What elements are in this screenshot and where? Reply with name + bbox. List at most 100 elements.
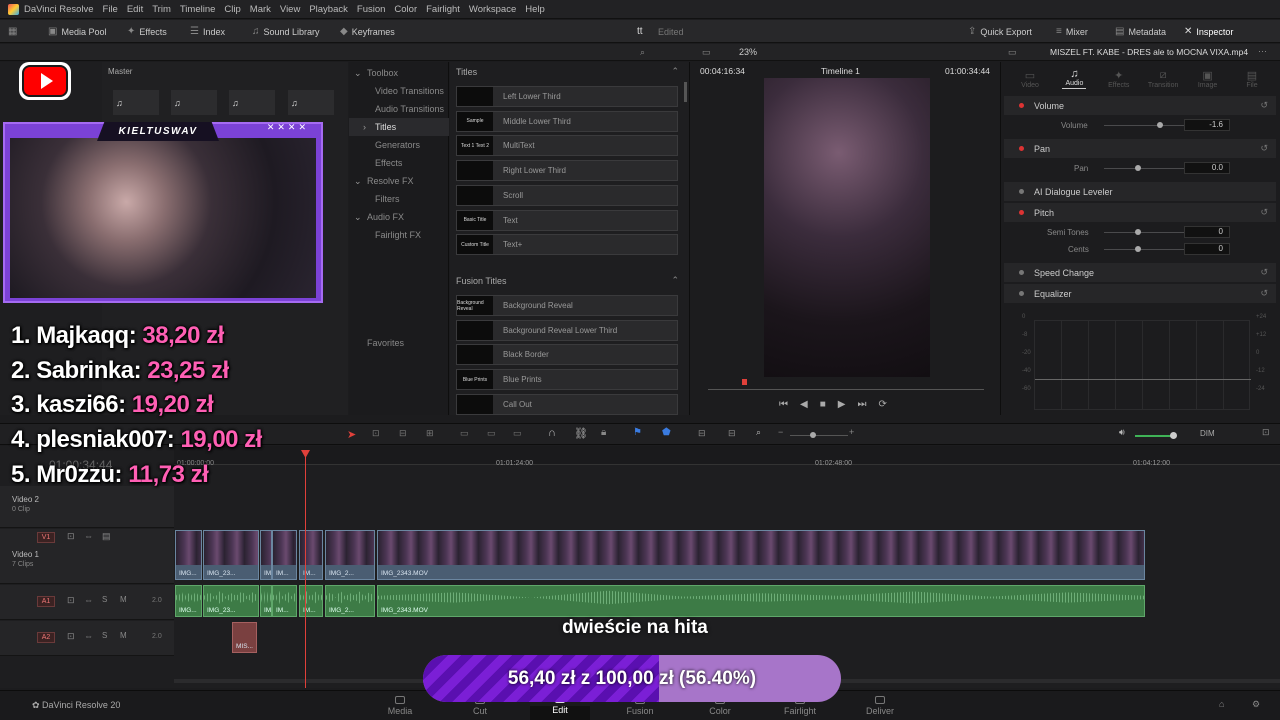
inspector-tab-audio[interactable]: ♫ Audio	[1054, 68, 1094, 89]
inspector-tab-video[interactable]: ▭ Video	[1010, 69, 1050, 89]
time-ruler[interactable]	[174, 446, 1280, 465]
effects-nav-generators[interactable]: Generators	[349, 136, 449, 154]
zoom-custom-icon[interactable]: ⌕	[756, 427, 761, 438]
volume-section[interactable]: Volume ↺	[1004, 96, 1276, 115]
dim-button[interactable]: DIM	[1200, 429, 1215, 438]
page-tab-color[interactable]: Color	[690, 696, 750, 716]
menu-item-help[interactable]: Help	[525, 4, 545, 15]
enable-dot[interactable]	[1019, 103, 1024, 108]
effects-nav-fairlight-fx[interactable]: Fairlight FX	[349, 226, 449, 244]
solo-button[interactable]: S	[102, 595, 107, 604]
effects-nav-effects[interactable]: Effects	[349, 154, 449, 172]
mute-button[interactable]: M	[120, 631, 127, 640]
semitones-slider[interactable]	[1104, 232, 1194, 233]
effects-nav-video-transitions[interactable]: Video Transitions	[349, 82, 449, 100]
bin-name[interactable]: Master	[108, 67, 132, 76]
replace-clip-icon[interactable]: ▭	[513, 428, 522, 439]
video-toggle-icon[interactable]: ▤	[102, 531, 111, 542]
track-header-v2[interactable]: Video 2 0 Clip	[0, 486, 174, 528]
volume-slider[interactable]	[1104, 125, 1194, 126]
media-thumb[interactable]: ♫	[288, 90, 334, 115]
marker-icon[interactable]: ⬟	[662, 427, 671, 438]
menu-item-trim[interactable]: Trim	[152, 4, 171, 15]
page-tab-cut[interactable]: Cut	[450, 696, 510, 716]
media-thumb[interactable]: ♫	[171, 90, 217, 115]
audio-clip[interactable]: IMG_2...	[325, 585, 375, 617]
zoom-out-icon[interactable]: −	[778, 427, 783, 437]
inspector-tab-effects[interactable]: ✦ Effects	[1099, 69, 1139, 89]
menu-item-playback[interactable]: Playback	[309, 4, 348, 15]
page-tab-fairlight[interactable]: Fairlight	[770, 696, 830, 716]
master-volume-knob[interactable]	[1170, 432, 1177, 439]
track-header-v1[interactable]: V1 ⊡ ⇔ ▤ Video 1 7 Clips	[0, 529, 174, 584]
insert-clip-icon[interactable]: ▭	[460, 428, 469, 439]
video-clip[interactable]: IMG...	[175, 530, 202, 580]
more-options-icon[interactable]: ⋯	[1258, 46, 1267, 57]
reset-icon[interactable]: ↺	[1260, 143, 1268, 154]
scrubber-playhead[interactable]	[742, 379, 747, 385]
auto-select-icon[interactable]: ⇔	[84, 631, 93, 641]
effect-item[interactable]: Scroll	[456, 184, 678, 206]
playhead[interactable]	[305, 452, 306, 688]
effect-item[interactable]: Right Lower Third	[456, 160, 678, 182]
page-tab-media[interactable]: Media	[370, 696, 430, 716]
mute-button[interactable]: M	[120, 595, 127, 604]
effect-item[interactable]: Basic Title Text	[456, 209, 678, 231]
collapse-icon[interactable]: ⌃	[671, 66, 679, 77]
track-badge-a1[interactable]: A1	[37, 596, 55, 607]
keyframes-button[interactable]: ◆ Keyframes	[340, 24, 395, 39]
metadata-button[interactable]: ▤ Metadata	[1115, 24, 1166, 39]
effect-item[interactable]: Blue Prints Blue Prints	[456, 369, 678, 391]
dynamic-trim-icon[interactable]: ⊟	[399, 428, 407, 439]
sound-library-button[interactable]: ♫ Sound Library	[252, 24, 320, 39]
enable-dot[interactable]	[1019, 146, 1024, 151]
effect-item[interactable]: Background Reveal Background Reveal	[456, 295, 678, 316]
titles-section-header[interactable]: Titles	[456, 67, 477, 77]
equalizer-graph[interactable]	[1034, 320, 1251, 410]
favorites-header[interactable]: Favorites	[367, 338, 404, 348]
audio-clip-a2[interactable]: MIS...	[232, 622, 257, 653]
menu-item-file[interactable]: File	[103, 4, 118, 15]
go-to-end-icon[interactable]: ⏭	[857, 399, 866, 410]
auto-select-icon[interactable]: ⇔	[84, 531, 93, 541]
inspector-button[interactable]: ✕ Inspector	[1184, 24, 1233, 39]
selection-tool-icon[interactable]: ➤	[347, 428, 356, 441]
cents-knob[interactable]	[1135, 246, 1141, 252]
semitones-knob[interactable]	[1135, 229, 1141, 235]
enable-dot[interactable]	[1019, 210, 1024, 215]
menu-item-fusion[interactable]: Fusion	[357, 4, 386, 15]
overwrite-clip-icon[interactable]: ▭	[487, 428, 496, 439]
equalizer-section[interactable]: Equalizer ↺	[1004, 284, 1276, 303]
inspector-tab-transition[interactable]: ⧄ Transition	[1143, 69, 1183, 89]
zoom-slider[interactable]	[790, 435, 848, 436]
track-badge-v1[interactable]: V1	[37, 532, 55, 543]
media-pool-button[interactable]: ▣ Media Pool	[48, 24, 106, 39]
lock-icon[interactable]: 🔒︎	[601, 427, 606, 438]
effect-item[interactable]: Custom Title Text+	[456, 234, 678, 256]
settings-icon[interactable]: ⚙	[1252, 699, 1260, 710]
track-header-a1[interactable]: A1 ⊡ ⇔ S M 2.0	[0, 585, 174, 620]
cents-slider[interactable]	[1104, 249, 1194, 250]
pan-slider[interactable]	[1104, 168, 1194, 169]
zoom-detail-icon[interactable]: ⊟	[728, 428, 736, 439]
video-clip[interactable]: IM...	[260, 530, 272, 580]
audio-clip[interactable]: IM...	[299, 585, 323, 617]
menu-item-timeline[interactable]: Timeline	[180, 4, 216, 15]
inspector-tab-file[interactable]: ▤ File	[1232, 69, 1272, 89]
video-clip[interactable]: IMG_23...	[203, 530, 259, 580]
blade-tool-icon[interactable]: ⊞	[426, 428, 434, 439]
effect-item[interactable]: Call Out	[456, 393, 678, 415]
pan-knob[interactable]	[1135, 165, 1141, 171]
track-header-a2[interactable]: A2 ⊡ ⇔ S M 2.0	[0, 621, 174, 656]
lock-track-icon[interactable]: ⊡	[67, 531, 75, 542]
fusion-titles-section-header[interactable]: Fusion Titles	[456, 276, 507, 286]
cents-value[interactable]: 0	[1184, 243, 1230, 255]
page-tab-edit[interactable]: Edit	[530, 695, 590, 720]
audio-clip[interactable]: IM...	[260, 585, 272, 617]
stop-icon[interactable]: ■	[820, 399, 826, 410]
solo-button[interactable]: S	[102, 631, 107, 640]
enable-dot[interactable]	[1019, 291, 1024, 296]
menu-item-workspace[interactable]: Workspace	[469, 4, 516, 15]
zoom-fit-icon[interactable]: ⊟	[698, 428, 706, 439]
effects-nav-toolbox[interactable]: ⌄ Toolbox	[349, 64, 449, 82]
